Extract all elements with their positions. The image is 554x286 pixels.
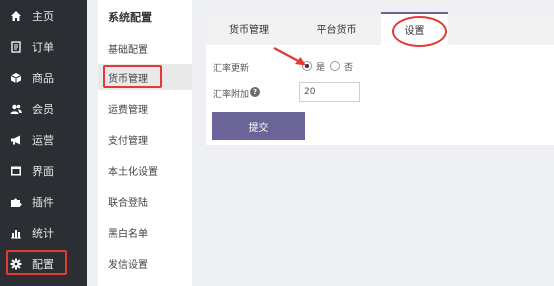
highlight-box — [6, 250, 67, 275]
submenu-item-label: 联合登陆 — [108, 197, 148, 209]
nav-item-label: 统计 — [32, 226, 54, 240]
settings-panel: 货币管理 平台货币 设置 汇率更新 是 否 汇率附加 ? 提交 — [206, 12, 554, 145]
submenu-item-payment[interactable]: 支付管理 — [98, 126, 192, 152]
submenu-title: 系统配置 — [108, 11, 152, 24]
submenu-item-messaging[interactable]: 发信设置 — [98, 250, 192, 276]
nav-item-products[interactable]: 商品 — [0, 62, 87, 93]
megaphone-icon — [10, 134, 22, 146]
users-icon — [10, 103, 22, 115]
tab-label: 平台货币 — [316, 25, 357, 36]
nav-item-label: 运营 — [32, 133, 54, 147]
submenu-item-currency[interactable]: 货币管理 — [98, 64, 192, 90]
puzzle-icon — [10, 196, 22, 208]
nav-item-plugins[interactable]: 插件 — [0, 186, 87, 217]
nav-item-config[interactable]: 配置 — [0, 248, 87, 279]
nav-item-label: 订单 — [32, 40, 54, 54]
submenu-item-blacklist[interactable]: 黑白名单 — [98, 219, 192, 245]
nav-item-interface[interactable]: 界面 — [0, 155, 87, 186]
bar-chart-icon — [10, 227, 22, 239]
submenu-item-label: 本土化设置 — [108, 166, 158, 178]
submenu-item-localization[interactable]: 本土化设置 — [98, 157, 192, 183]
cube-icon — [10, 72, 22, 84]
submenu: 系统配置 基础配置 货币管理 运费管理 支付管理 本土化设置 联合登陆 黑白名单… — [98, 0, 192, 286]
help-icon[interactable]: ? — [250, 87, 260, 97]
submit-button[interactable]: 提交 — [212, 112, 305, 140]
submenu-item-shipping[interactable]: 运费管理 — [98, 95, 192, 121]
tab-label: 货币管理 — [229, 25, 269, 36]
order-icon — [10, 40, 22, 53]
main-nav: 主页 订单 商品 会员 运营 界面 插件 统计 配置 — [0, 0, 87, 286]
nav-item-label: 界面 — [32, 164, 54, 178]
rate-update-label: 汇率更新 — [213, 64, 250, 74]
nav-item-label: 主页 — [32, 9, 54, 23]
layout-icon — [10, 165, 22, 177]
home-icon — [10, 10, 22, 22]
submenu-item-label: 基础配置 — [108, 44, 148, 56]
nav-item-operations[interactable]: 运营 — [0, 124, 87, 155]
radio-yes-label: 是 — [316, 63, 326, 73]
radio-no-label: 否 — [344, 63, 354, 73]
rate-add-label: 汇率附加 — [213, 90, 250, 100]
submenu-item-joint-login[interactable]: 联合登陆 — [98, 188, 192, 214]
nav-item-orders[interactable]: 订单 — [0, 31, 87, 62]
nav-item-label: 插件 — [32, 195, 54, 209]
submenu-item-label: 运费管理 — [108, 104, 148, 116]
submenu-item-label: 发信设置 — [108, 259, 148, 271]
tab-currency-management[interactable]: 货币管理 — [206, 12, 292, 45]
submenu-item-label: 支付管理 — [108, 135, 148, 147]
nav-item-label: 商品 — [32, 71, 54, 85]
nav-item-home[interactable]: 主页 — [0, 0, 87, 31]
submenu-item-label: 黑白名单 — [108, 228, 148, 240]
rate-add-input[interactable] — [299, 82, 360, 102]
tab-platform-currency[interactable]: 平台货币 — [292, 12, 381, 45]
tab-settings[interactable]: 设置 — [381, 12, 448, 47]
annotation-arrow-icon — [273, 46, 306, 66]
radio-no[interactable] — [330, 61, 340, 71]
nav-item-members[interactable]: 会员 — [0, 93, 87, 124]
highlight-circle — [392, 16, 447, 47]
submenu-item-basic[interactable]: 基础配置 — [98, 35, 192, 61]
nav-item-statistics[interactable]: 统计 — [0, 217, 87, 248]
nav-item-label: 会员 — [32, 102, 54, 116]
highlight-box — [103, 65, 162, 88]
tab-bar: 货币管理 平台货币 设置 — [206, 12, 554, 47]
